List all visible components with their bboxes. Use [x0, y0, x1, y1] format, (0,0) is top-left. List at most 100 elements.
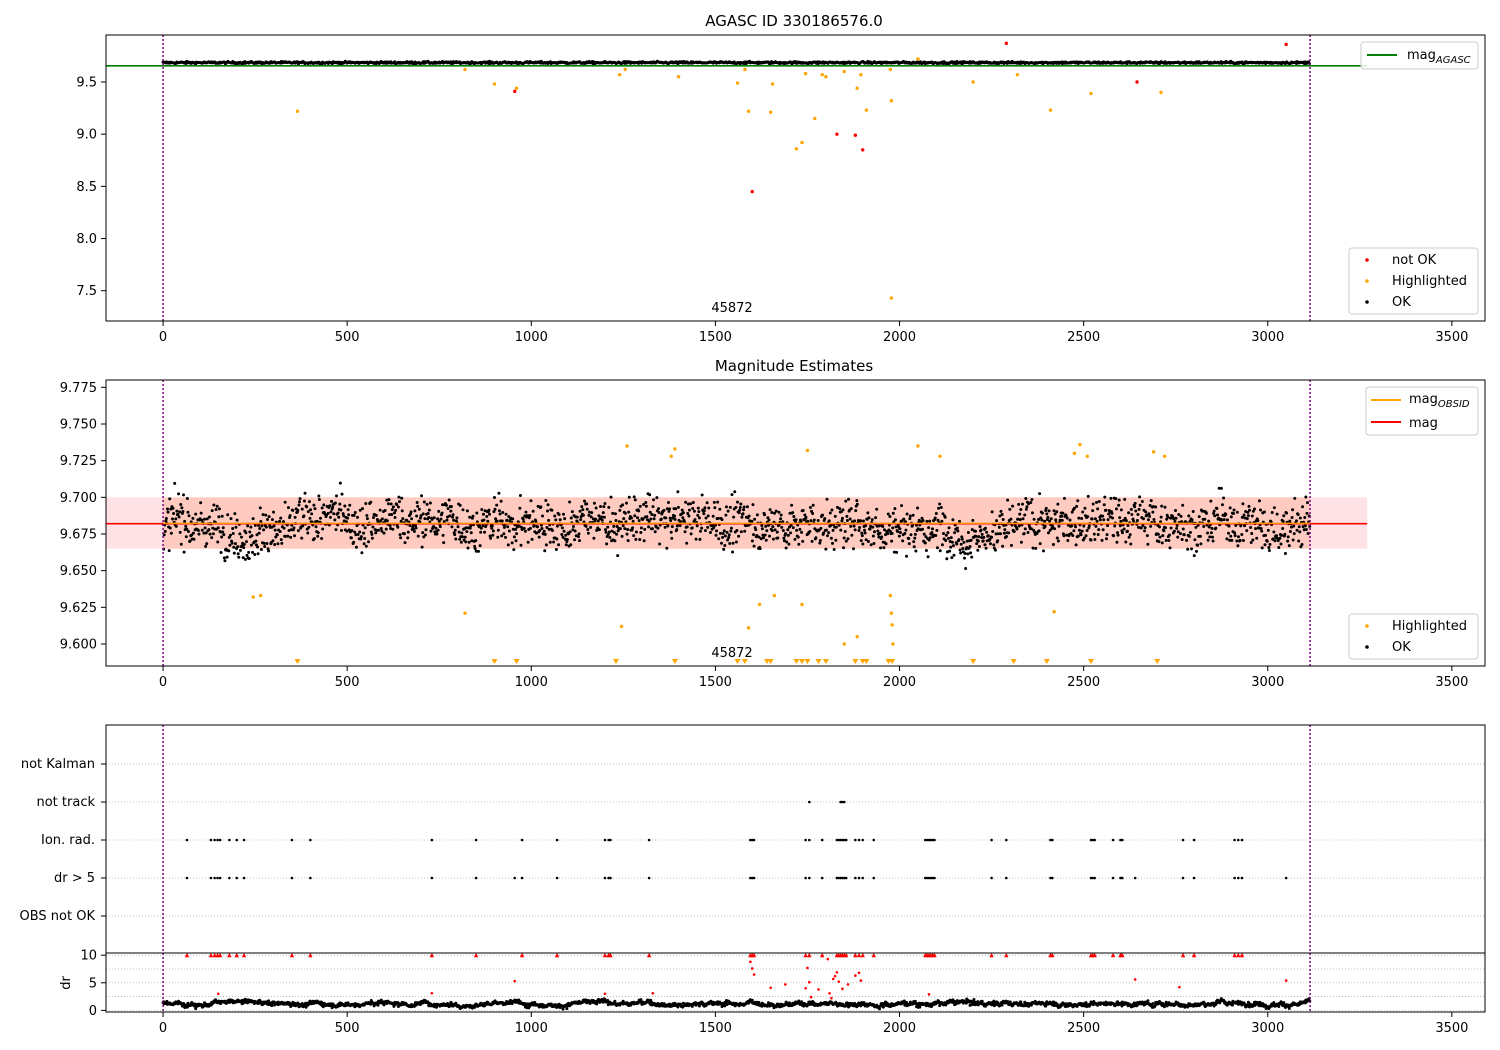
ok-point: [801, 539, 805, 543]
ok-point: [1125, 529, 1129, 533]
flag-dr5-point: [933, 876, 936, 880]
ok-point: [968, 544, 972, 548]
ok-point: [953, 531, 957, 535]
ok-point: [638, 504, 642, 508]
ok-point: [1076, 499, 1080, 503]
ok-point: [792, 514, 796, 518]
ok-point: [849, 507, 853, 511]
ok-point: [656, 526, 660, 530]
ok-point: [657, 511, 661, 515]
ok-point: [697, 510, 701, 514]
ok-point: [372, 516, 376, 520]
ok-point: [808, 506, 812, 510]
ok-point: [293, 534, 297, 538]
ok-point: [1084, 534, 1088, 538]
ok-point: [851, 547, 855, 551]
ok-point: [1091, 502, 1095, 506]
ok-point: [393, 516, 397, 520]
figure: AGASC ID 330186576.0 0 500 1000 1500 2000 250…: [0, 0, 1500, 1050]
ok-point: [251, 517, 255, 521]
ok-point: [486, 519, 490, 523]
ok-point: [526, 540, 530, 544]
ok-point: [1092, 532, 1096, 536]
ok-point: [728, 505, 732, 509]
ok-point: [673, 514, 677, 518]
ok-point: [930, 531, 934, 535]
ok-point: [1247, 504, 1251, 508]
ok-point: [827, 519, 831, 523]
ok-point: [420, 494, 424, 498]
ok-point: [880, 535, 884, 539]
ok-point: [863, 528, 867, 532]
ok-point: [1210, 526, 1214, 530]
ok-point: [1051, 543, 1055, 547]
ok-point: [740, 515, 744, 519]
ok-point: [1227, 531, 1231, 535]
ok-point: [307, 525, 311, 529]
ok-point: [359, 535, 363, 539]
ok-point: [1295, 528, 1299, 532]
ok-point: [1118, 516, 1122, 520]
ok-point: [307, 500, 311, 504]
ok-point: [604, 530, 608, 534]
ok-point: [178, 530, 182, 534]
ok-point: [353, 530, 357, 534]
ok-point: [578, 509, 582, 513]
ok-point: [353, 511, 357, 515]
ok-point: [1145, 534, 1149, 538]
ok-point: [934, 533, 938, 537]
ok-point: [871, 534, 875, 538]
ok-point: [1049, 517, 1053, 521]
ok-point: [770, 510, 774, 514]
ok-point: [1151, 510, 1155, 514]
highlighted-point: [805, 448, 810, 453]
ok-point: [316, 531, 320, 535]
ok-point: [634, 530, 638, 534]
ok-point: [912, 540, 916, 544]
ok-point: [554, 547, 558, 551]
ok-point: [752, 533, 756, 537]
ok-point: [790, 503, 794, 507]
ok-point: [651, 505, 655, 509]
ok-point: [449, 509, 453, 513]
ok-point: [823, 517, 827, 521]
ok-point: [689, 532, 693, 536]
ok-point: [253, 553, 257, 557]
ok-point: [338, 481, 342, 485]
ok-point: [387, 498, 391, 502]
ok-point: [220, 514, 224, 518]
ok-point: [211, 532, 215, 536]
ok-point: [487, 508, 491, 512]
ok-point: [721, 535, 725, 539]
ok-point: [564, 533, 568, 537]
ok-point: [1241, 539, 1245, 543]
ok-point: [406, 536, 410, 540]
ok-point: [1259, 508, 1263, 512]
ok-point: [784, 532, 788, 536]
ok-point: [908, 514, 912, 518]
ok-point: [952, 553, 956, 557]
ok-point: [944, 533, 948, 537]
ok-point: [1132, 519, 1136, 523]
ok-point: [1190, 547, 1194, 551]
ok-point: [909, 533, 913, 537]
ok-point: [1267, 549, 1271, 553]
ok-point: [969, 538, 973, 542]
ok-point: [891, 526, 895, 530]
ok-point: [845, 518, 849, 522]
ok-point: [824, 528, 828, 532]
dr-ok-point: [750, 998, 754, 1002]
ok-point: [898, 531, 902, 535]
ok-point: [664, 516, 668, 520]
ok-point: [1298, 516, 1302, 520]
flag-ion-rad-point: [555, 838, 559, 842]
ok-point: [164, 517, 168, 521]
ok-point: [1174, 516, 1178, 520]
ok-point: [966, 552, 970, 556]
ok-point: [229, 517, 233, 521]
ok-point: [333, 518, 337, 522]
ok-point: [264, 525, 268, 529]
highlighted-point: [623, 67, 627, 72]
ok-point: [1090, 517, 1094, 521]
ok-point: [609, 495, 613, 499]
